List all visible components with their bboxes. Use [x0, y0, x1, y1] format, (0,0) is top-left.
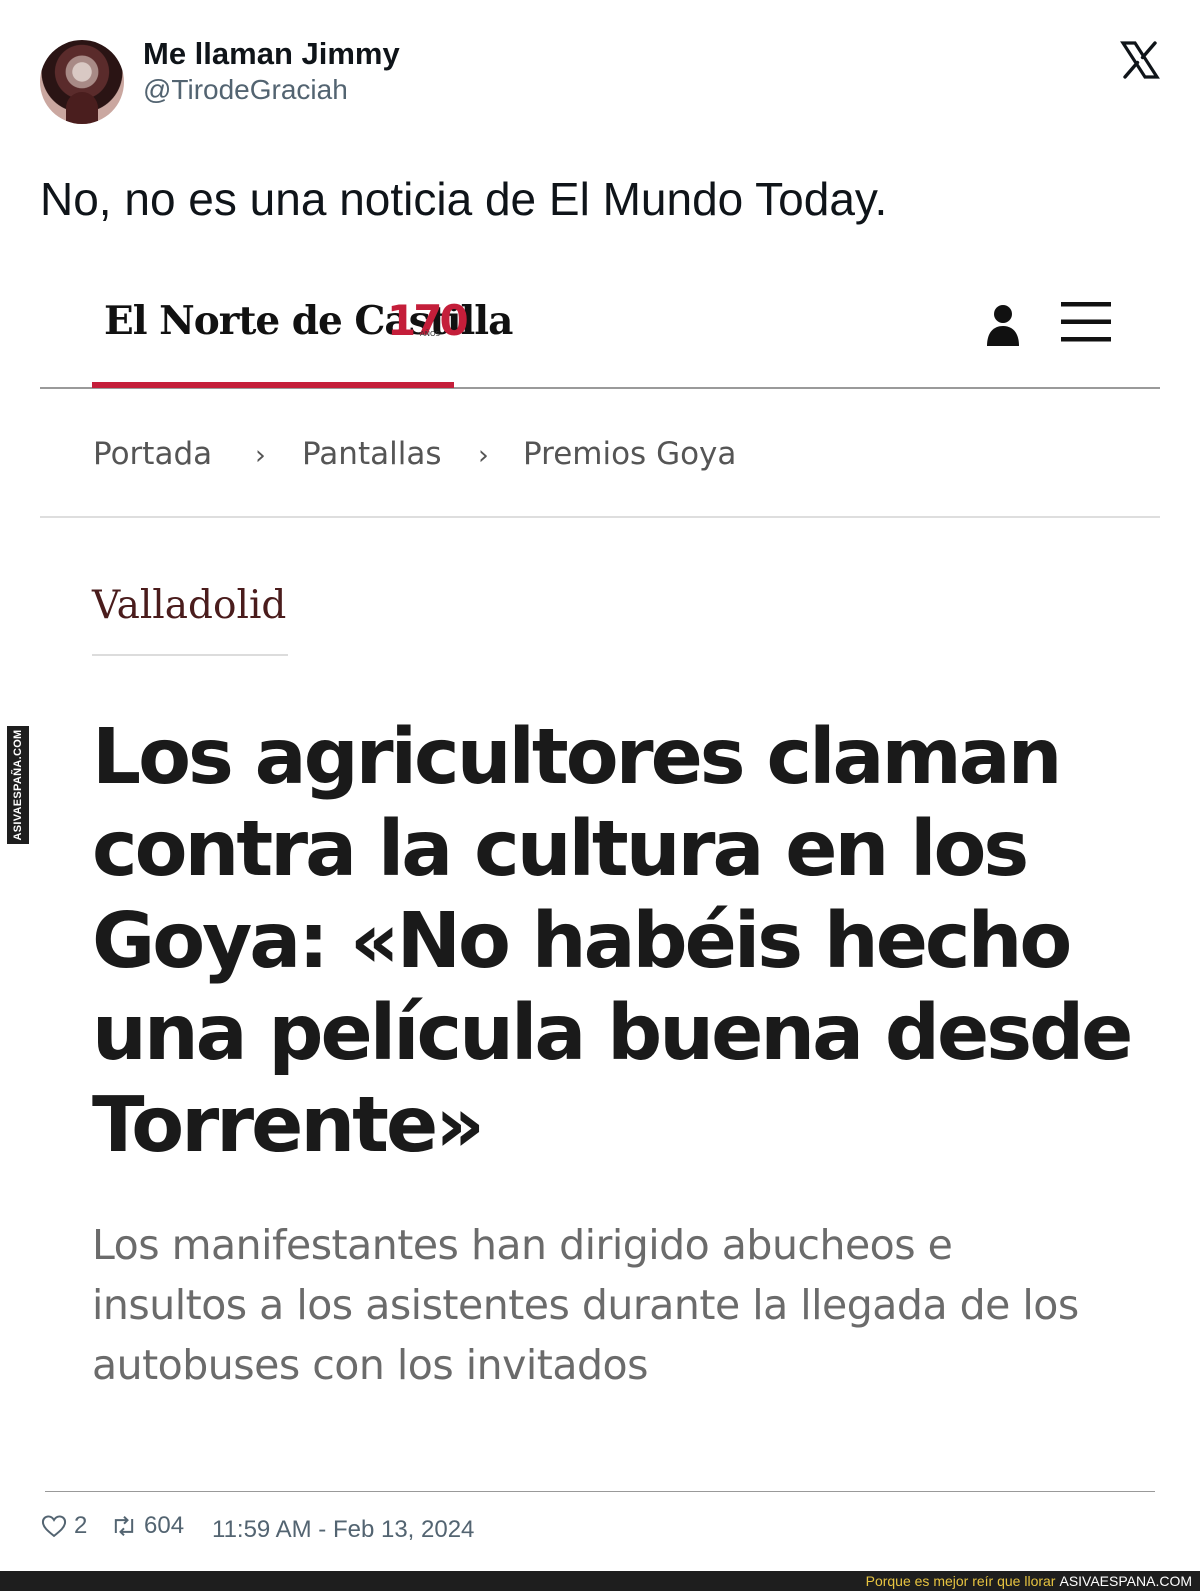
- breadcrumb-item: Pantallas: [302, 436, 442, 472]
- side-watermark-text: ASIVAESPAÑA.COM: [12, 729, 24, 841]
- retweet-button[interactable]: 604: [110, 1512, 184, 1540]
- section-label: Valladolid: [92, 583, 287, 628]
- x-logo-icon[interactable]: [1120, 40, 1160, 80]
- footer-divider: [45, 1491, 1155, 1492]
- breadcrumb-item: Portada: [93, 436, 213, 472]
- anniversary-badge-sub: AÑOS: [420, 330, 440, 338]
- tweet-text: No, no es una noticia de El Mundo Today.: [40, 173, 888, 225]
- like-count: 2: [74, 1512, 88, 1539]
- user-icon: [987, 305, 1019, 346]
- menu-icon: [1061, 302, 1111, 342]
- side-watermark: ASIVAESPAÑA.COM: [7, 726, 29, 844]
- like-button[interactable]: 2: [40, 1512, 87, 1540]
- watermark-site: ASIVAESPANA.COM: [1059, 1573, 1192, 1589]
- author-handle[interactable]: @TirodeGraciah: [143, 74, 348, 106]
- retweet-icon: [114, 1515, 134, 1537]
- bottom-watermark-bar: Porque es mejor reír que llorar ASIVAESP…: [0, 1571, 1200, 1591]
- heart-icon: [41, 1515, 67, 1538]
- chevron-right-icon: ›: [255, 440, 266, 471]
- avatar[interactable]: [40, 40, 124, 124]
- article-headline: Los agricultores claman contra la cultur…: [92, 713, 1133, 1170]
- section-divider: [92, 654, 288, 656]
- breadcrumb-item: Premios Goya: [523, 436, 737, 472]
- article-subheadline: Los manifestantes han dirigido abucheos …: [92, 1221, 1079, 1389]
- tweet-timestamp[interactable]: 11:59 AM - Feb 13, 2024: [212, 1516, 474, 1544]
- chevron-right-icon: ›: [478, 440, 489, 471]
- breadcrumb-divider: [40, 516, 1160, 518]
- retweet-count: 604: [144, 1512, 185, 1539]
- watermark-tagline: Porque es mejor reír que llorar: [865, 1573, 1056, 1589]
- header-accent: [92, 382, 454, 388]
- author-name[interactable]: Me llaman Jimmy: [143, 36, 400, 72]
